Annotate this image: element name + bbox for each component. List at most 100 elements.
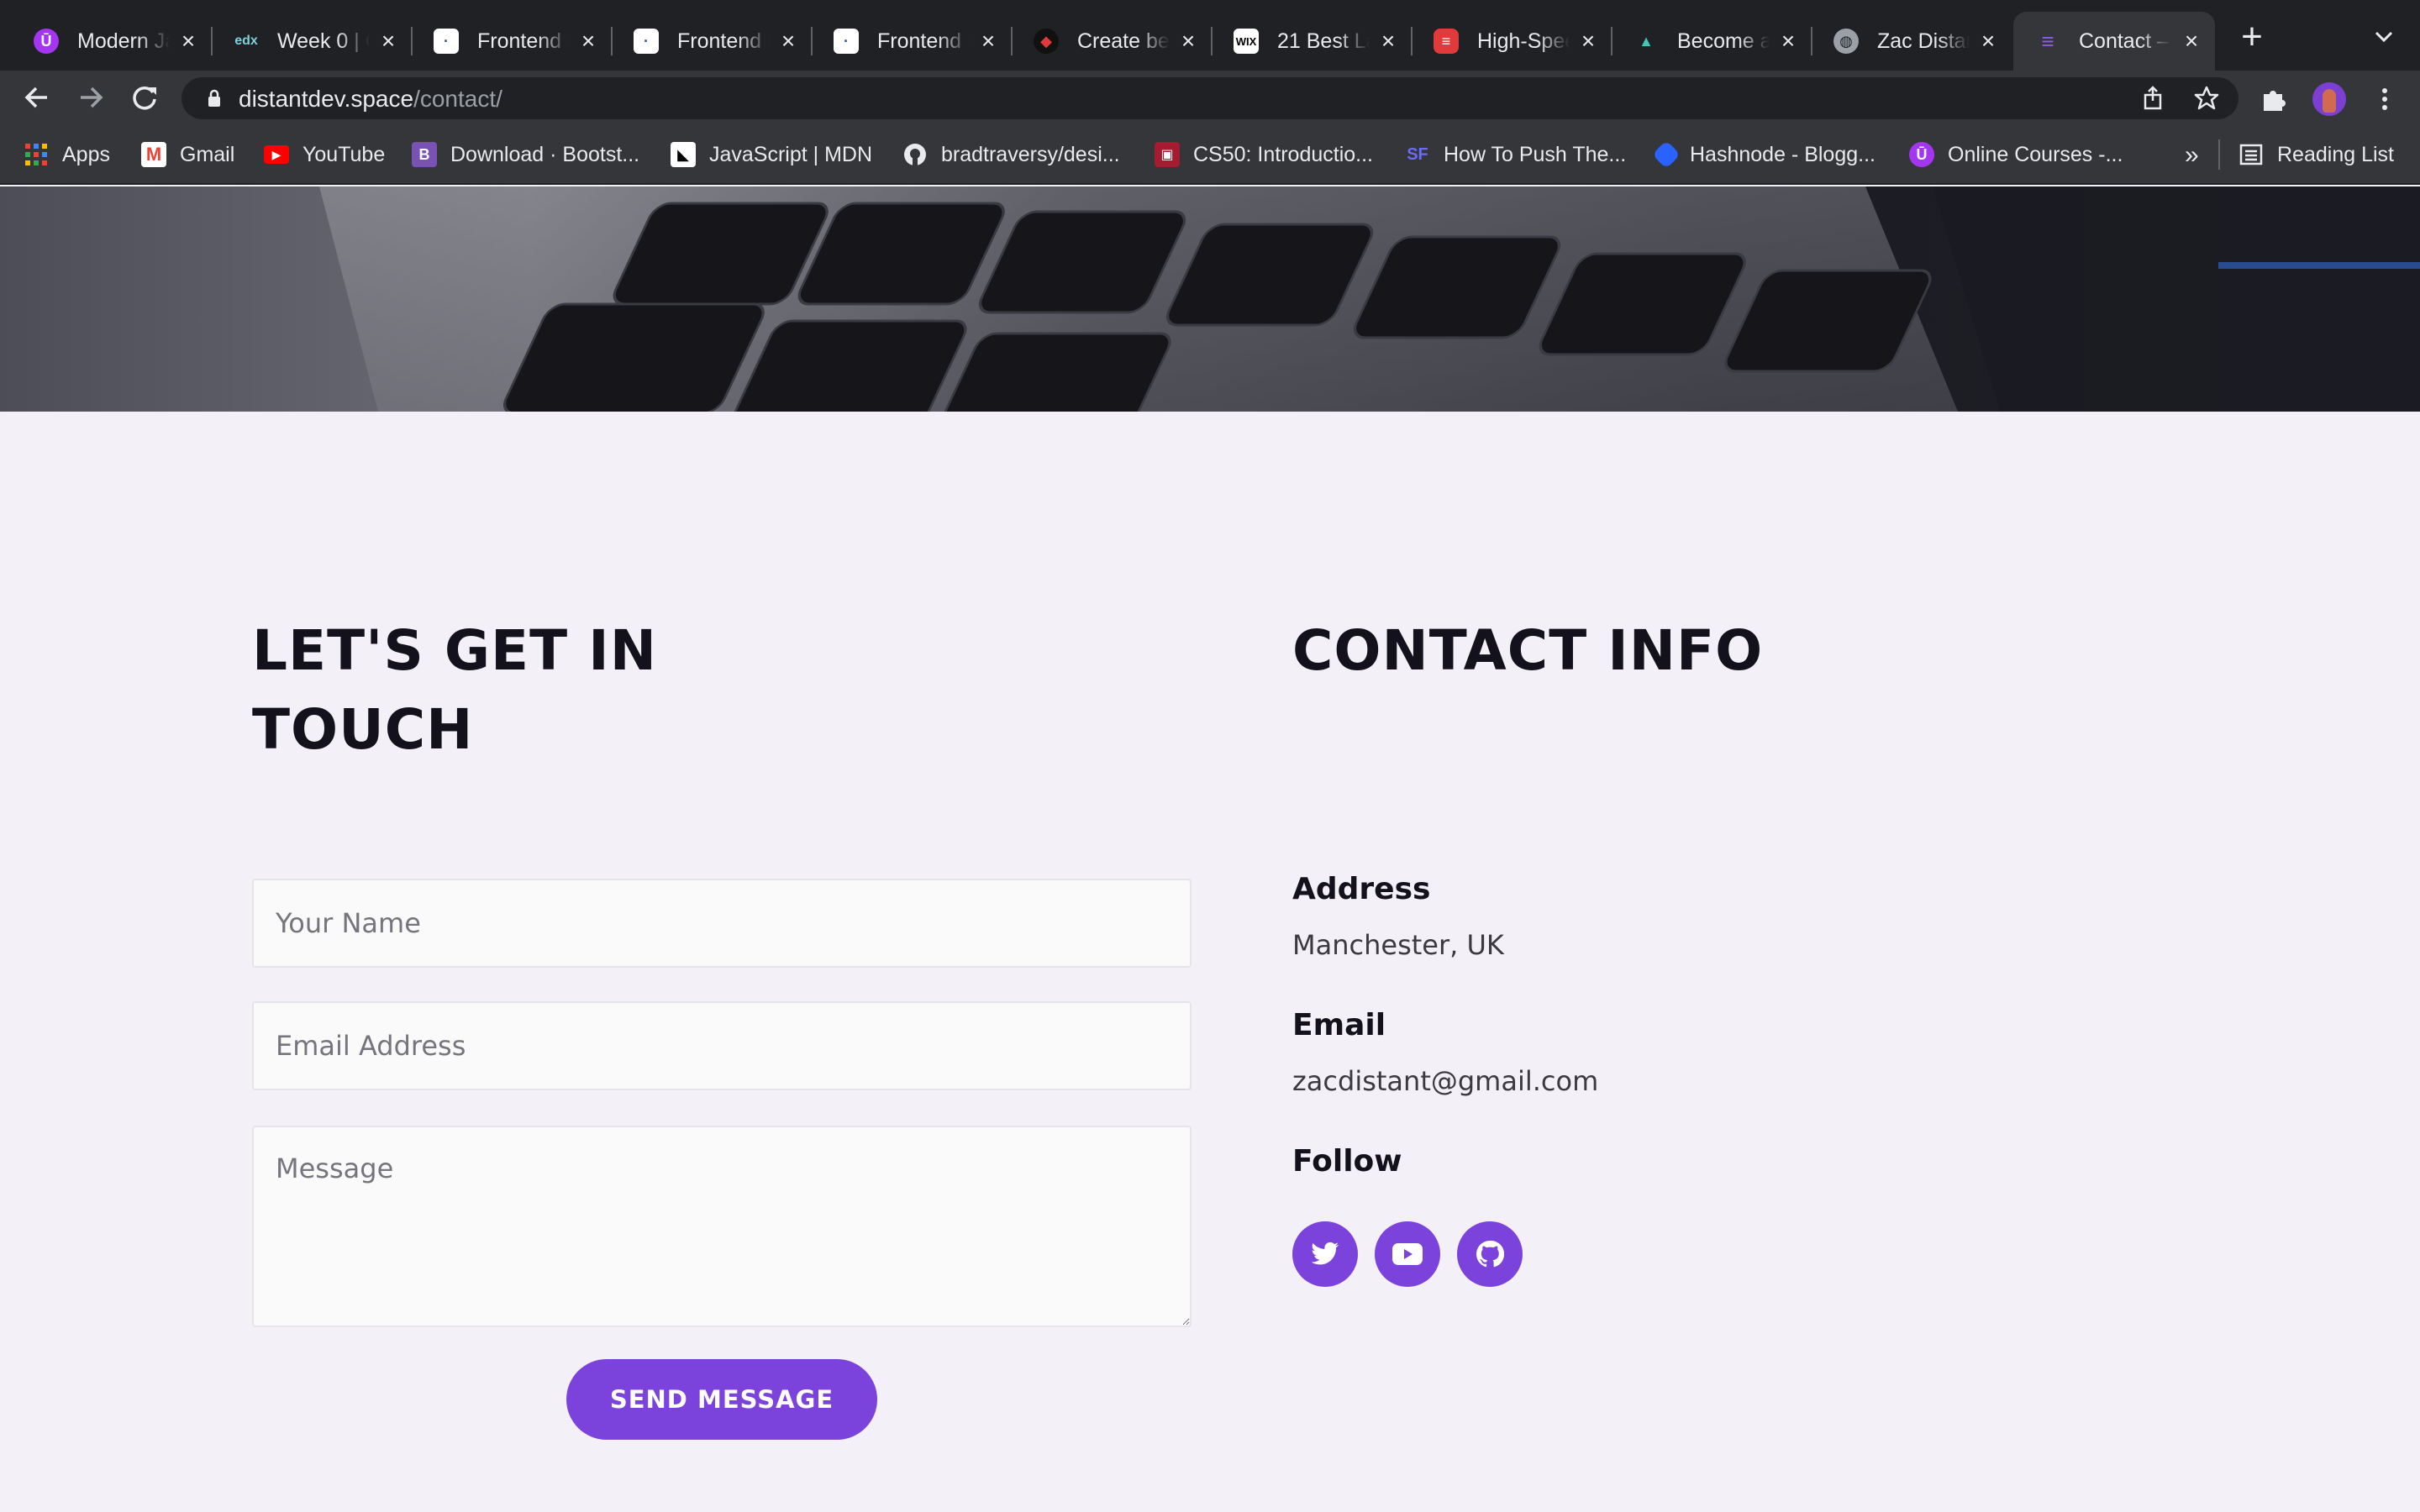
reading-list-label: Reading List [2277,142,2394,166]
tab-frontend-mentor-2[interactable]: · Frontend Mentor × [612,12,813,71]
tab-21-best-landing[interactable]: WIX 21 Best Landing × [1212,12,1413,71]
close-icon[interactable]: × [1575,28,1602,55]
globe-icon: ◍ [1833,29,1859,54]
twitter-link[interactable] [1292,1221,1358,1287]
keyboard-illustration [319,186,2420,412]
address-bar[interactable]: distantdev.space/contact/ [182,77,2238,119]
apps-grid-icon [25,144,47,165]
bookmark-hashnode[interactable]: Hashnode - Blogg... [1652,139,1876,170]
close-icon[interactable]: × [975,28,1002,55]
tab-become-a[interactable]: ▲ Become a × [1612,12,1812,71]
youtube-icon [1392,1243,1423,1265]
reload-icon[interactable] [126,79,163,116]
mdn-icon: ◣ [671,142,696,167]
bookmark-label: Hashnode - Blogg... [1690,142,1876,166]
close-icon[interactable]: × [1375,28,1402,55]
menu-kebab-icon[interactable] [2370,84,2400,114]
tab-search-chevron-icon[interactable] [2370,25,2398,49]
youtube-link[interactable] [1375,1221,1440,1287]
react-icon: ◆ [1034,29,1059,54]
form-heading: LET'S GET IN TOUCH [252,618,657,762]
contact-info-heading: CONTACT INFO [1292,618,1764,683]
youtube-icon: ▶ [264,145,289,164]
tab-label: Zac Distant [1877,29,1970,53]
gmail-icon: M [141,142,166,167]
close-icon[interactable]: × [1775,28,1802,55]
bookmark-cs50[interactable]: ▣ CS50: Introductio... [1155,139,1373,170]
tab-create-beautiful[interactable]: ◆ Create beautiful × [1012,12,1213,71]
message-field[interactable] [252,1126,1192,1327]
bookmark-mdn[interactable]: ◣ JavaScript | MDN [671,139,872,170]
url-domain: distantdev.space [239,86,414,112]
url-path: /contact/ [413,86,502,112]
github-icon [1476,1240,1504,1268]
udemy-icon: Ū [34,29,59,54]
tab-zac-distant[interactable]: ◍ Zac Distant × [1812,12,2012,71]
tab-label: Week 0 | CS50 [277,29,370,53]
reading-list-button[interactable]: Reading List [2238,139,2394,170]
tab-label: Become a [1677,29,1770,53]
follow-label: Follow [1292,1144,1402,1179]
frontend-mentor-icon: · [434,29,459,54]
bookmark-label: JavaScript | MDN [709,142,873,166]
close-icon[interactable]: × [1175,28,1202,55]
edx-icon: edx [234,29,259,54]
tab-modern-javascript[interactable]: Ū Modern JavaScript × [12,12,213,71]
email-field[interactable] [252,1001,1192,1090]
tab-label: Frontend Mentor [677,29,770,53]
bookmark-bootstrap[interactable]: B Download · Bootst... [412,139,639,170]
wix-icon: WIX [1234,29,1259,54]
site-icon: ≡ [2041,28,2054,54]
tab-frontend-mentor-1[interactable]: · Frontend Mentor × [412,12,613,71]
new-tab-button[interactable]: + [2233,18,2270,55]
extensions-puzzle-icon[interactable] [2259,84,2289,114]
close-icon[interactable]: × [2178,28,2205,55]
more-bookmarks-button[interactable]: » [2185,141,2199,170]
bookmark-online-courses[interactable]: Ū Online Courses -... [1909,139,2123,170]
bookmark-how-to-push[interactable]: SF How To Push The... [1405,139,1626,170]
reading-list-icon [2239,144,2263,165]
bookmark-divider [2218,139,2220,170]
email-label: Email [1292,1008,1386,1042]
profile-avatar[interactable] [2312,82,2346,116]
back-arrow-icon[interactable] [18,79,55,116]
harvard-icon: ▣ [1155,142,1180,167]
bookmark-label: Download · Bootst... [450,142,640,166]
bookmark-star-icon[interactable] [2193,85,2220,112]
address-value: Manchester, UK [1292,929,1504,961]
close-icon[interactable]: × [1975,28,2002,55]
tab-frontend-mentor-3[interactable]: · Frontend Mentor × [812,12,1013,71]
bookmark-label: CS50: Introductio... [1193,142,1374,166]
tab-label: Frontend Mentor [477,29,570,53]
tab-high-speed[interactable]: ≡ High-Speed × [1412,12,1612,71]
send-message-button[interactable]: SEND MESSAGE [566,1359,877,1440]
tab-strip: Ū Modern JavaScript × edx Week 0 | CS50 … [0,0,2420,71]
tab-contact-active[interactable]: ≡ Contact – Zac × [2013,12,2215,71]
close-icon[interactable]: × [175,28,202,55]
forward-arrow-icon[interactable] [72,79,109,116]
bookmark-apps[interactable]: Apps [24,139,110,170]
github-link[interactable] [1457,1221,1523,1287]
tab-label: 21 Best Landing [1277,29,1370,53]
hero-keyboard-image [0,186,2420,412]
hosting-icon: ≡ [1434,29,1459,54]
address-label: Address [1292,872,1431,906]
name-field[interactable] [252,879,1192,968]
bookmark-youtube[interactable]: ▶ YouTube [264,139,385,170]
udemy-icon: Ū [1909,142,1934,167]
deliveroo-icon: ▲ [1634,29,1659,54]
close-icon[interactable]: × [775,28,802,55]
bookmark-github[interactable]: bradtraversy/desi... [902,139,1120,170]
tab-week-0[interactable]: edx Week 0 | CS50 × [212,12,413,71]
frontend-mentor-icon: · [634,29,659,54]
share-icon[interactable] [2139,85,2166,112]
url-text[interactable]: distantdev.space/contact/ [239,86,502,113]
github-icon [904,144,926,165]
bookmark-gmail[interactable]: M Gmail [141,139,234,170]
frontend-mentor-icon: · [834,29,859,54]
tab-label: Frontend Mentor [877,29,970,53]
close-icon[interactable]: × [575,28,602,55]
lock-icon [208,89,220,107]
close-icon[interactable]: × [375,28,402,55]
bookmark-label: YouTube [302,142,386,166]
